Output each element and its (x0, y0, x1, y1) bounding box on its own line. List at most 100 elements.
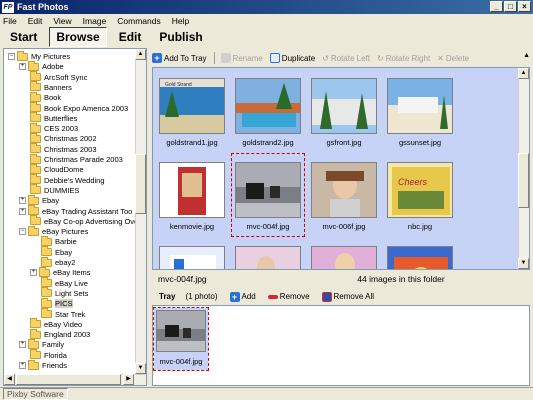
thumbnail-image (235, 78, 301, 134)
folder-icon (30, 174, 41, 185)
tree-item[interactable]: + Friends (19, 359, 67, 371)
folder-tree[interactable]: − My Pictures + Adobe ArcSoft Sync Banners Boo… (3, 48, 147, 386)
thumbnail-item[interactable]: gsfront.jpg (308, 70, 380, 152)
folder-icon (28, 60, 39, 71)
tray-add-button[interactable]: + Add (229, 291, 256, 302)
svg-text:Cheers: Cheers (398, 177, 428, 187)
expand-icon[interactable]: + (19, 362, 26, 369)
nav-tabs: Start Browse Edit Publish (0, 27, 533, 47)
folder-icon (30, 102, 41, 112)
tab-start[interactable]: Start (4, 28, 43, 46)
folder-icon (28, 225, 39, 236)
thumbnail-image (387, 246, 453, 269)
tray-item[interactable]: mvc-004f.jpg (153, 307, 209, 371)
rotate-right-button[interactable]: ↻ Rotate Right (377, 54, 430, 63)
menu-view[interactable]: View (53, 16, 71, 26)
thumbnail-item[interactable]: kenmovie.jpg (156, 154, 228, 236)
tree-item-label: Book Expo America 2003 (44, 103, 129, 113)
menu-edit[interactable]: Edit (28, 16, 43, 26)
rename-button[interactable]: Rename (220, 53, 263, 63)
folder-icon (41, 256, 52, 267)
tray-toolbar: Tray (1 photo) + Add Remove Remove All (152, 289, 530, 304)
thumbnail-label: goldstrand1.jpg (166, 138, 218, 147)
tree-item-label: eBay Pictures (42, 227, 89, 237)
delete-button[interactable]: ✕ Delete (437, 54, 469, 63)
tree-scroll-thumb[interactable] (135, 154, 146, 214)
tree-item-label: DUMMIES (44, 185, 80, 195)
thumbnail-item[interactable]: goldstrand2.jpg (232, 70, 304, 152)
grid-scroll-thumb[interactable] (518, 153, 529, 208)
tree-item-label: Christmas 2002 (44, 134, 97, 144)
tree-item-label: Book (44, 93, 62, 103)
collapse-icon[interactable]: − (8, 53, 15, 60)
scroll-left-arrow-icon[interactable]: ◀ (4, 374, 15, 385)
duplicate-icon (269, 53, 280, 63)
thumbnail-image (156, 310, 206, 352)
rotate-left-button[interactable]: ↺ Rotate Left (322, 54, 370, 63)
folder-icon (39, 266, 50, 277)
thumbnail-item[interactable] (384, 238, 456, 269)
close-button[interactable]: × (518, 1, 531, 12)
expand-icon[interactable]: + (19, 341, 26, 349)
folder-icon (28, 338, 39, 349)
tree-hscroll-thumb[interactable] (16, 374, 121, 385)
grid-vertical-scrollbar[interactable]: ▲ ▼ (518, 68, 529, 269)
folder-icon (30, 318, 41, 329)
add-to-tray-button[interactable]: + Add To Tray (152, 53, 207, 63)
thumbnail-item[interactable] (308, 238, 380, 269)
folder-icon (30, 184, 41, 195)
tree-vertical-scrollbar[interactable]: ▲ ▼ (135, 49, 146, 374)
folder-icon (30, 112, 41, 123)
folder-icon (41, 235, 52, 246)
scroll-up-arrow-icon[interactable]: ▲ (135, 49, 146, 60)
tree-item-label: Adobe (42, 62, 64, 72)
folder-icon (30, 328, 41, 339)
expand-icon[interactable]: + (19, 207, 26, 215)
thumbnail-grid[interactable]: Gold Strand goldstrand1.jpg goldstrand2.jp… (152, 67, 530, 270)
tree-item-label: Star Trek (55, 309, 86, 319)
tree-item-label: Ebay (55, 247, 73, 257)
menu-image[interactable]: Image (83, 16, 107, 26)
folder-icon (30, 71, 41, 82)
thumbnail-image (311, 162, 377, 218)
tab-edit[interactable]: Edit (113, 28, 148, 46)
thumbnail-item[interactable] (232, 238, 304, 269)
tab-browse[interactable]: Browse (49, 27, 107, 47)
expand-icon[interactable]: + (30, 269, 37, 277)
window-title: Fast Photos (17, 2, 69, 12)
menu-commands[interactable]: Commands (117, 16, 160, 26)
scroll-down-arrow-icon[interactable]: ▼ (135, 363, 146, 374)
grid-status-bar: mvc-004f.jpg 44 images in this folder (152, 271, 530, 286)
thumbnail-item[interactable]: mvc-004f.jpg (231, 153, 305, 237)
tree-item-label: Ebay (42, 196, 60, 206)
thumbnail-item[interactable] (156, 238, 228, 269)
scroll-up-arrow-icon[interactable]: ▲ (523, 52, 530, 59)
expand-icon[interactable]: + (19, 197, 26, 205)
photo-tray[interactable]: mvc-004f.jpg (152, 305, 530, 386)
expand-icon[interactable]: + (19, 63, 26, 71)
menu-help[interactable]: Help (172, 16, 189, 26)
thumbnail-item[interactable]: mvc-006f.jpg (308, 154, 380, 236)
thumbnail-label: goldstrand2.jpg (242, 138, 294, 147)
duplicate-button[interactable]: Duplicate (269, 53, 315, 63)
scroll-up-arrow-icon[interactable]: ▲ (518, 68, 529, 79)
scroll-right-arrow-icon[interactable]: ▶ (123, 374, 134, 385)
plus-icon: + (229, 291, 240, 302)
tray-remove-button[interactable]: Remove (267, 292, 310, 301)
menu-file[interactable]: File (3, 16, 17, 26)
folder-icon (30, 153, 41, 164)
thumbnail-item[interactable]: Cheers nbc.jpg (384, 154, 456, 236)
thumbnail-item[interactable]: gssunset.jpg (384, 70, 456, 152)
collapse-icon[interactable]: − (19, 228, 26, 236)
thumbnail-item[interactable]: Gold Strand goldstrand1.jpg (156, 70, 228, 152)
thumbnail-image (235, 162, 301, 218)
tree-item-label: Butterflies (44, 113, 78, 123)
tab-publish[interactable]: Publish (153, 28, 208, 46)
maximize-button[interactable]: □ (504, 1, 517, 12)
tray-remove-all-button[interactable]: Remove All (321, 291, 374, 302)
footer-brand: Pixby Software (3, 388, 68, 400)
tree-horizontal-scrollbar[interactable]: ◀ ▶ (4, 374, 146, 385)
minimize-button[interactable]: _ (490, 1, 503, 12)
scroll-down-arrow-icon[interactable]: ▼ (518, 258, 529, 269)
folder-icon (30, 122, 41, 133)
